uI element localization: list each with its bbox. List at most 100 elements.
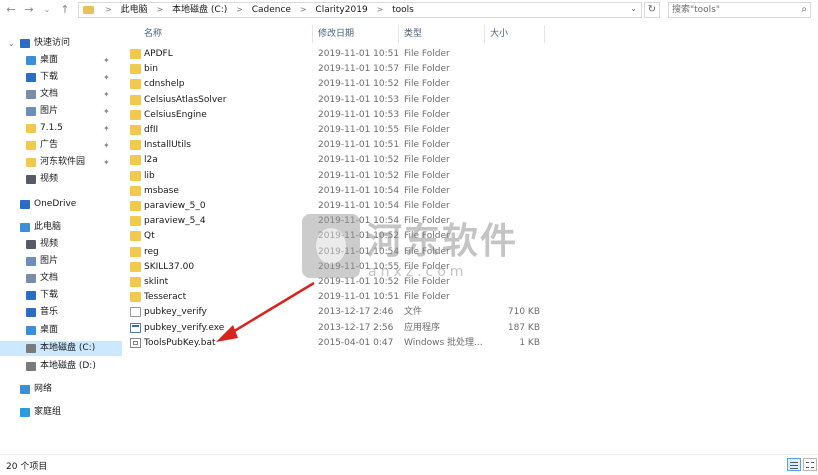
folder-icon <box>130 277 141 287</box>
onedrive-icon <box>20 200 30 209</box>
desktop-icon <box>26 326 36 335</box>
column-divider[interactable] <box>398 25 399 43</box>
sidebar-item[interactable]: 文档 <box>0 271 122 286</box>
breadcrumb-cadence[interactable]: Cadence <box>252 3 291 17</box>
recent-locations-chevron-icon[interactable]: ⌄ <box>40 3 54 17</box>
forward-arrow-icon[interactable]: → <box>22 3 36 17</box>
up-arrow-icon[interactable]: ↑ <box>58 3 72 17</box>
file-row[interactable]: reg 2019-11-01 10:54 File Folder <box>122 245 582 260</box>
back-arrow-icon[interactable]: ← <box>4 3 18 17</box>
folder-icon <box>130 201 141 211</box>
file-row[interactable]: pubkey_verify 2013-12-17 2:46 文件 710 KB <box>122 305 582 320</box>
file-row[interactable]: paraview_5_4 2019-11-01 10:54 File Folder <box>122 214 582 229</box>
sidebar-item[interactable]: 视频 <box>0 237 122 252</box>
file-date: 2019-11-01 10:51 <box>318 140 400 151</box>
breadcrumb-tools[interactable]: tools <box>392 3 414 17</box>
breadcrumb-this-pc[interactable]: 此电脑 <box>121 3 148 17</box>
file-name: ToolsPubKey.bat <box>144 337 216 348</box>
sidebar-item[interactable]: 视频 <box>0 172 122 187</box>
sidebar-item[interactable]: 本地磁盘 (D:) <box>0 359 122 374</box>
file-date: 2015-04-01 0:47 <box>318 337 394 348</box>
sidebar-item[interactable]: 下载 ✦ <box>0 70 122 85</box>
file-row[interactable]: pubkey_verify.exe 2013-12-17 2:56 应用程序 187 … <box>122 321 582 336</box>
sidebar-item[interactable]: 图片 <box>0 254 122 269</box>
breadcrumb-separator[interactable]: > <box>300 3 307 17</box>
sidebar-item[interactable]: 此电脑 <box>0 220 122 235</box>
sidebar-item-label: 网络 <box>34 384 53 394</box>
sidebar-item[interactable]: 文档 ✦ <box>0 87 122 102</box>
file-row[interactable]: l2a 2019-11-01 10:52 File Folder <box>122 153 582 168</box>
sidebar-item-label: 河东软件园 <box>40 157 86 167</box>
sidebar-item[interactable]: 河东软件园 ✦ <box>0 155 122 170</box>
column-header-date[interactable]: 修改日期 <box>318 27 354 41</box>
sidebar-item-label: 本地磁盘 (D:) <box>40 361 96 371</box>
file-row[interactable]: bin 2019-11-01 10:57 File Folder <box>122 62 582 77</box>
column-divider[interactable] <box>544 25 545 43</box>
breadcrumb-local-disk-c[interactable]: 本地磁盘 (C:) <box>172 3 227 17</box>
sidebar-item-label: 视频 <box>40 239 59 249</box>
file-row[interactable]: cdnshelp 2019-11-01 10:52 File Folder <box>122 77 582 92</box>
breadcrumb-separator[interactable]: > <box>236 3 243 17</box>
column-divider[interactable] <box>484 25 485 43</box>
sidebar-item[interactable]: 桌面 <box>0 323 122 338</box>
file-name: msbase <box>144 185 179 196</box>
file-row[interactable]: msbase 2019-11-01 10:54 File Folder <box>122 184 582 199</box>
breadcrumb-separator[interactable]: > <box>156 3 163 17</box>
breadcrumb-clarity2019[interactable]: Clarity2019 <box>315 3 367 17</box>
folder-icon <box>130 155 141 166</box>
videos-icon <box>26 175 36 184</box>
file-row[interactable]: InstallUtils 2019-11-01 10:51 File Folder <box>122 138 582 153</box>
sidebar-item[interactable]: 7.1.5 ✦ <box>0 121 122 136</box>
sidebar-item-label: 文档 <box>40 89 59 99</box>
download-icon <box>26 291 36 300</box>
network-icon <box>20 385 30 394</box>
large-icons-view-button[interactable] <box>803 458 817 471</box>
sidebar-item[interactable]: 本地磁盘 (C:) <box>0 341 122 356</box>
file-row[interactable]: lib 2019-11-01 10:52 File Folder <box>122 169 582 184</box>
file-row[interactable]: paraview_5_0 2019-11-01 10:54 File Folder <box>122 199 582 214</box>
file-row[interactable]: CelsiusAtlasSolver 2019-11-01 10:53 File F… <box>122 93 582 108</box>
file-row[interactable]: SKILL37.00 2019-11-01 10:55 File Folder <box>122 260 582 275</box>
column-header-type[interactable]: 类型 <box>404 27 422 41</box>
file-name: pubkey_verify <box>144 307 207 318</box>
file-row[interactable]: Qt 2019-11-01 10:52 File Folder <box>122 229 582 244</box>
file-date: 2019-11-01 10:53 <box>318 94 400 105</box>
file-name: APDFL <box>144 49 173 59</box>
sidebar-item[interactable]: 图片 ✦ <box>0 104 122 119</box>
file-row[interactable]: APDFL 2019-11-01 10:51 File Folder <box>122 47 582 62</box>
file-type: File Folder <box>404 140 450 151</box>
sidebar-item[interactable]: 音乐 <box>0 305 122 320</box>
sidebar-item[interactable]: 网络 <box>0 382 122 397</box>
refresh-button[interactable]: ↻ <box>644 2 660 18</box>
file-row[interactable]: sklint 2019-11-01 10:52 File Folder <box>122 275 582 290</box>
computer-icon <box>20 223 30 232</box>
file-name: sklint <box>144 277 169 287</box>
search-input[interactable] <box>672 4 790 16</box>
breadcrumb-separator[interactable]: > <box>105 3 112 17</box>
column-divider[interactable] <box>312 25 313 43</box>
file-type: File Folder <box>404 155 450 166</box>
sidebar-item[interactable]: ⌄ 快速访问 <box>0 36 122 51</box>
expand-chevron-icon[interactable]: ⌄ <box>8 36 15 51</box>
file-row[interactable]: ToolsPubKey.bat 2015-04-01 0:47 Windows 批处… <box>122 336 582 351</box>
address-bar[interactable]: > 此电脑 > 本地磁盘 (C:) > Cadence > Clarity201… <box>78 2 642 18</box>
breadcrumb-separator[interactable]: > <box>377 3 384 17</box>
column-header-name[interactable]: 名称 <box>144 27 162 41</box>
sidebar-item-label: 桌面 <box>40 55 59 65</box>
file-date: 2019-11-01 10:52 <box>318 79 400 90</box>
sidebar-item[interactable]: OneDrive <box>0 197 122 212</box>
sidebar-item[interactable]: 家庭组 <box>0 405 122 420</box>
sidebar-item[interactable]: 桌面 ✦ <box>0 53 122 68</box>
sidebar-item[interactable]: 广告 ✦ <box>0 138 122 153</box>
search-box[interactable]: ⌕ <box>668 2 811 18</box>
sidebar-item[interactable]: 下载 <box>0 288 122 303</box>
sidebar-item-label: 视频 <box>40 174 59 184</box>
file-row[interactable]: Tesseract 2019-11-01 10:51 File Folder <box>122 290 582 305</box>
column-header-size[interactable]: 大小 <box>490 27 508 41</box>
details-view-button[interactable] <box>787 458 801 471</box>
file-row[interactable]: dfII 2019-11-01 10:55 File Folder <box>122 123 582 138</box>
search-icon[interactable]: ⌕ <box>801 4 807 15</box>
file-row[interactable]: CelsiusEngine 2019-11-01 10:53 File Folder <box>122 108 582 123</box>
address-dropdown-chevron-icon[interactable]: ⌄ <box>630 4 637 13</box>
folder-icon <box>130 79 141 90</box>
